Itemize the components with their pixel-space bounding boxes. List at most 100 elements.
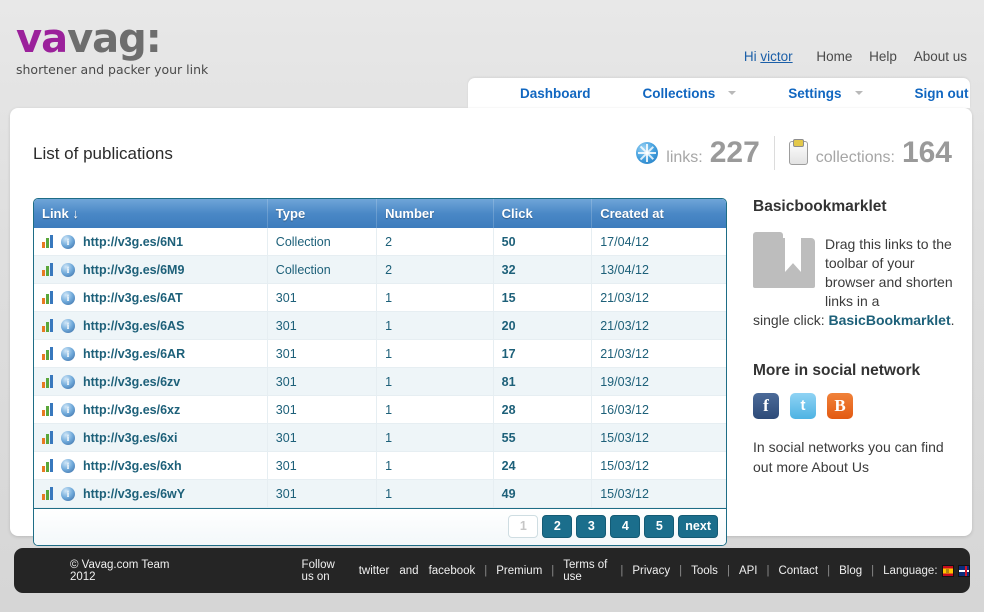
table-row: i http://v3g.es/6xh 301 1 24 15/03/12 (34, 451, 726, 480)
info-icon[interactable]: i (61, 374, 75, 389)
bar-chart-icon[interactable] (42, 291, 56, 304)
cell-created-at: 21/03/12 (591, 283, 726, 312)
stat-links: links: 227 (636, 136, 760, 170)
footer-link-tools[interactable]: Tools (691, 565, 718, 577)
link-url[interactable]: http://v3g.es/6AS (83, 319, 184, 333)
cell-link: i http://v3g.es/6wY (34, 479, 268, 508)
column-header-created-at[interactable]: Created at (591, 199, 726, 228)
nav-label-settings[interactable]: Settings (788, 86, 841, 101)
chevron-down-icon[interactable] (854, 91, 863, 95)
link-url[interactable]: http://v3g.es/6xz (83, 403, 180, 417)
footer-link-privacy[interactable]: Privacy (632, 565, 670, 577)
cell-type: Collection (267, 255, 378, 284)
pagination-page-4[interactable]: 4 (610, 515, 641, 538)
cell-click: 15 (493, 283, 593, 312)
footer-and-label: and (399, 564, 419, 577)
flag-spanish-icon[interactable] (941, 564, 954, 577)
column-header-click[interactable]: Click (493, 199, 593, 228)
pagination-next-button[interactable]: next (678, 515, 718, 538)
table-row: i http://v3g.es/6M9 Collection 2 32 13/04/12 (34, 255, 726, 284)
info-icon[interactable]: i (61, 290, 75, 305)
nav-label-collections[interactable]: Collections (643, 86, 716, 101)
stats-summary: links: 227 collections: 164 (636, 136, 952, 170)
footer-link-facebook[interactable]: facebook (429, 565, 476, 577)
cell-type: Collection (267, 228, 378, 256)
flag-english-icon[interactable] (957, 564, 970, 577)
nav-label-dashboard[interactable]: Dashboard (520, 86, 591, 101)
cell-click: 49 (493, 479, 593, 508)
link-url[interactable]: http://v3g.es/6xi (83, 431, 177, 445)
app-root: vavag: shortener and packer your link Hi… (0, 0, 984, 612)
site-logo[interactable]: vavag: shortener and packer your link (16, 18, 208, 77)
link-url[interactable]: http://v3g.es/6xh (83, 459, 182, 473)
pagination-page-5[interactable]: 5 (644, 515, 675, 538)
column-header-type[interactable]: Type (267, 199, 378, 228)
info-icon[interactable]: i (61, 430, 75, 445)
bar-chart-icon[interactable] (42, 459, 56, 472)
link-url[interactable]: http://v3g.es/6zv (83, 375, 180, 389)
pagination-page-2[interactable]: 2 (542, 515, 573, 538)
cell-number: 1 (376, 479, 494, 508)
bar-chart-icon[interactable] (42, 347, 56, 360)
logo-text: vavag: (16, 18, 208, 60)
globe-icon (636, 142, 659, 164)
cell-click: 32 (493, 255, 593, 284)
bar-chart-icon[interactable] (42, 487, 56, 500)
facebook-icon[interactable]: f (753, 393, 779, 419)
top-link-home[interactable]: Home (816, 49, 852, 64)
link-url[interactable]: http://v3g.es/6AT (83, 291, 183, 305)
info-icon[interactable]: i (61, 458, 75, 473)
bar-chart-icon[interactable] (42, 403, 56, 416)
info-icon[interactable]: i (61, 402, 75, 417)
bar-chart-icon[interactable] (42, 319, 56, 332)
nav-item-collections[interactable]: Collections (643, 86, 737, 101)
footer-link-twitter[interactable]: twitter (359, 565, 390, 577)
pagination-page-3[interactable]: 3 (576, 515, 607, 538)
bar-chart-icon[interactable] (42, 235, 56, 248)
footer-link-api[interactable]: API (739, 565, 758, 577)
nav-item-sign-out[interactable]: Sign out (915, 86, 969, 101)
twitter-icon[interactable]: t (790, 393, 816, 419)
sort-arrow-icon[interactable]: ↓ (72, 206, 79, 221)
info-icon[interactable]: i (61, 262, 75, 277)
cell-number: 1 (376, 283, 494, 312)
top-link-help[interactable]: Help (869, 49, 897, 64)
info-icon[interactable]: i (61, 234, 75, 249)
sidebar-social-heading: More in social network (753, 362, 921, 379)
cell-click: 28 (493, 395, 593, 424)
info-icon[interactable]: i (61, 318, 75, 333)
stat-collections: collections: 164 (788, 136, 952, 170)
bookmarklet-link[interactable]: BasicBookmarklet (828, 312, 950, 328)
bar-chart-icon[interactable] (42, 431, 56, 444)
info-icon[interactable]: i (61, 486, 75, 501)
blogger-icon[interactable]: B (827, 393, 853, 419)
link-url[interactable]: http://v3g.es/6wY (83, 487, 185, 501)
clipboard-icon (788, 139, 808, 165)
chevron-down-icon[interactable] (728, 91, 737, 95)
link-url[interactable]: http://v3g.es/6N1 (83, 235, 183, 249)
footer-language-label: Language: (883, 564, 938, 577)
column-header-number[interactable]: Number (376, 199, 494, 228)
nav-label-sign-out[interactable]: Sign out (915, 86, 969, 101)
stat-collections-label: collections: (815, 149, 895, 166)
top-link-about-us[interactable]: About us (914, 49, 967, 64)
info-icon[interactable]: i (61, 346, 75, 361)
link-url[interactable]: http://v3g.es/6AR (83, 347, 185, 361)
nav-item-dashboard[interactable]: Dashboard (520, 86, 591, 101)
sidebar: Basicbookmarklet Drag this links to the … (745, 198, 955, 477)
footer-link-contact[interactable]: Contact (778, 565, 818, 577)
table-row: i http://v3g.es/6N1 Collection 2 50 17/04/12 (34, 228, 726, 256)
content-panel: List of publications links: 227 collecti… (10, 108, 972, 546)
link-url[interactable]: http://v3g.es/6M9 (83, 263, 184, 277)
footer-divider: | (620, 564, 624, 577)
username-link[interactable]: victor (760, 49, 792, 64)
cell-link: i http://v3g.es/6xi (34, 423, 268, 452)
bar-chart-icon[interactable] (42, 375, 56, 388)
bar-chart-icon[interactable] (42, 263, 56, 276)
column-header-link[interactable]: Link ↓ (34, 199, 268, 228)
nav-item-settings[interactable]: Settings (788, 86, 863, 101)
pagination: 1 2 3 4 5 next (508, 515, 718, 538)
footer-link-premium[interactable]: Premium (496, 565, 542, 577)
footer-link-blog[interactable]: Blog (839, 565, 862, 577)
footer-link-terms-of-use[interactable]: Terms of use (563, 559, 611, 583)
